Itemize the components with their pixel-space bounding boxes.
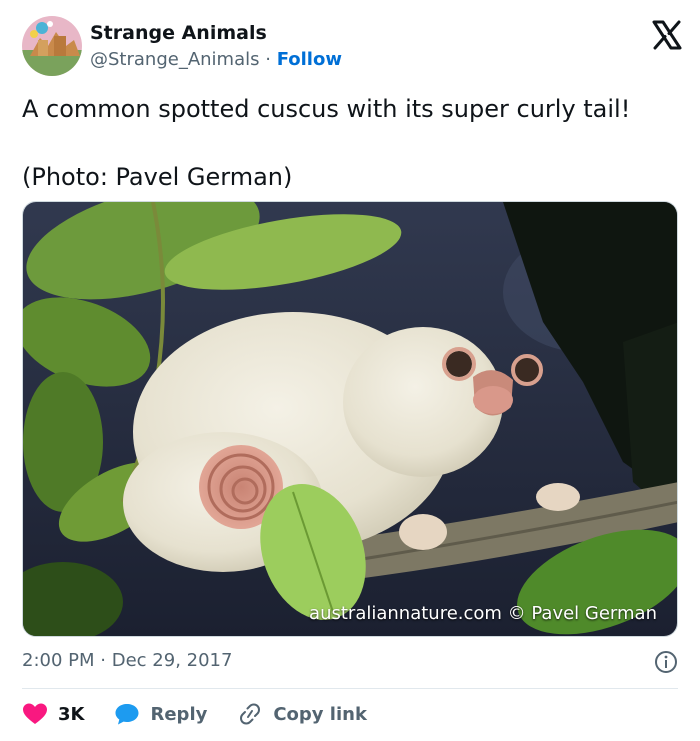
- likes-count: 3K: [58, 703, 85, 725]
- tweet-header: Strange Animals @Strange_Animals · Follo…: [22, 16, 682, 78]
- info-icon[interactable]: [654, 650, 678, 674]
- speech-bubble-icon: [115, 704, 139, 725]
- copy-link-button[interactable]: Copy link: [237, 702, 367, 726]
- tweet-photo[interactable]: australiannature.com © Pavel German: [22, 201, 678, 637]
- divider: [22, 688, 678, 689]
- link-icon: [240, 703, 261, 725]
- tweet-time: 2:00 PM: [22, 650, 95, 671]
- photo-watermark: australiannature.com © Pavel German: [309, 603, 657, 624]
- like-button[interactable]: 3K: [22, 702, 84, 726]
- timestamp-separator: ·: [100, 650, 106, 671]
- reply-button[interactable]: Reply: [114, 702, 207, 726]
- copy-link-label: Copy link: [273, 703, 367, 725]
- follow-button[interactable]: Follow: [277, 49, 342, 70]
- reply-label: Reply: [150, 703, 208, 725]
- tweet-text: A common spotted cuscus with its super c…: [22, 95, 631, 191]
- heart-icon: [23, 703, 47, 724]
- author-name[interactable]: Strange Animals: [90, 22, 267, 44]
- tweet-date: Dec 29, 2017: [111, 650, 233, 671]
- handle-separator: ·: [265, 49, 271, 70]
- author-handle-line: @Strange_Animals · Follow: [90, 49, 342, 70]
- x-logo-icon[interactable]: [652, 20, 682, 50]
- tweet-actions: 3K Reply Copy link: [22, 700, 397, 728]
- cuscus-photo-illustration: [23, 202, 677, 636]
- author-avatar[interactable]: [22, 16, 82, 76]
- tweet-timestamp[interactable]: 2:00 PM · Dec 29, 2017: [22, 650, 232, 671]
- author-handle[interactable]: @Strange_Animals: [90, 49, 260, 70]
